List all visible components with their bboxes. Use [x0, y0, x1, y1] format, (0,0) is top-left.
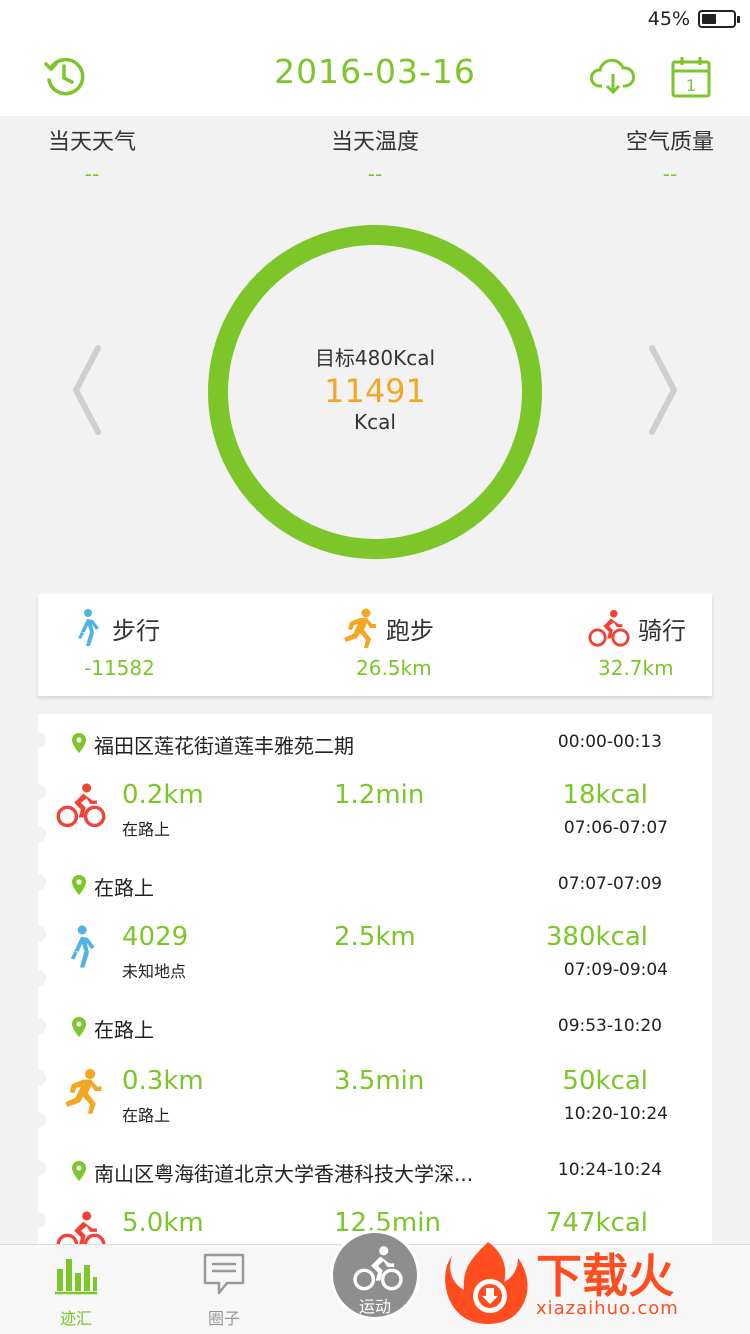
- air-quality-value: --: [662, 162, 678, 186]
- sport-button[interactable]: 运动: [330, 1230, 420, 1320]
- location-pin-icon: [72, 875, 86, 895]
- status-bar: 45%: [0, 0, 750, 40]
- location-name: 南山区粤海街道北京大学香港科技大学深...: [94, 1162, 474, 1186]
- activity-calories: 380kcal: [545, 922, 648, 952]
- tab-circle[interactable]: 圈子: [164, 1251, 284, 1329]
- activity-place: 未知地点: [122, 962, 187, 981]
- calorie-value: 11491: [324, 372, 426, 410]
- summary-label: 跑步: [386, 616, 434, 645]
- weather-row: 当天天气 -- 当天温度 -- 空气质量 --: [0, 116, 750, 196]
- running-icon: [65, 1068, 102, 1114]
- watermark-text: 下载火: [536, 1249, 674, 1303]
- running-icon: [344, 608, 376, 648]
- location-row[interactable]: 福田区莲花街道莲丰雅苑二期 00:00-00:13: [38, 722, 712, 762]
- flame-logo-icon: [445, 1242, 528, 1324]
- activity-time: 10:20-10:24: [563, 1104, 668, 1124]
- activity-timeline: 福田区莲花街道莲丰雅苑二期 00:00-00:13 0.2km 在路上 1.2m…: [38, 714, 712, 1244]
- location-row[interactable]: 在路上 09:53-10:20: [38, 1006, 712, 1046]
- location-row[interactable]: 在路上 07:07-07:09: [38, 864, 712, 904]
- sport-label: 运动: [358, 1297, 391, 1316]
- cycling-icon: [56, 1211, 106, 1244]
- tab-trail[interactable]: 迹汇: [16, 1251, 136, 1329]
- location-pin-icon: [72, 733, 86, 753]
- next-day-arrow-icon[interactable]: [644, 340, 684, 440]
- location-pin-icon: [72, 1017, 86, 1037]
- tab-label: 圈子: [207, 1309, 240, 1328]
- summary-value: 32.7km: [598, 656, 674, 680]
- location-time: 09:53-10:20: [557, 1016, 662, 1036]
- cycling-icon: [588, 609, 630, 647]
- temperature-item: 当天温度 --: [323, 124, 427, 186]
- prev-day-arrow-icon[interactable]: [66, 340, 106, 440]
- summary-label: 步行: [112, 616, 160, 645]
- activity-calories: 18kcal: [562, 780, 648, 810]
- calendar-icon[interactable]: 1: [668, 54, 714, 100]
- location-name: 在路上: [94, 1018, 154, 1042]
- battery-level: [702, 14, 716, 24]
- location-pin-icon: [72, 1161, 86, 1181]
- cloud-download-icon[interactable]: [590, 54, 636, 100]
- walking-icon: [78, 609, 99, 646]
- walking-icon: [70, 925, 95, 968]
- activity-time: 07:06-07:07: [563, 818, 668, 838]
- activity-place: 在路上: [122, 820, 171, 839]
- battery-percent: 45%: [647, 8, 690, 30]
- activity-distance: 2.5km: [334, 922, 416, 952]
- temperature-value: --: [367, 162, 383, 186]
- activity-time: 07:09-09:04: [563, 960, 668, 980]
- activity-steps: 4029: [122, 922, 189, 952]
- air-quality-label: 空气质量: [625, 130, 714, 155]
- weather-label: 当天天气: [47, 130, 136, 155]
- activity-distance: 5.0km: [122, 1208, 204, 1238]
- location-name: 在路上: [94, 876, 154, 900]
- summary-label: 骑行: [638, 616, 686, 645]
- location-time: 00:00-00:13: [557, 732, 662, 752]
- activity-distance: 0.3km: [122, 1066, 204, 1096]
- summary-value: -11582: [84, 656, 155, 680]
- header: 2016-03-16 1: [0, 40, 750, 116]
- calorie-ring: 目标480Kcal 11491 Kcal: [207, 224, 543, 560]
- air-quality-item: 空气质量 --: [618, 124, 722, 186]
- location-time: 10:24-10:24: [557, 1160, 662, 1180]
- cycling-icon: [353, 1246, 403, 1291]
- activity-calories: 747kcal: [545, 1208, 648, 1238]
- battery-icon: [698, 10, 740, 28]
- temperature-label: 当天温度: [330, 130, 419, 155]
- cycling-icon: [56, 783, 106, 828]
- activity-place: 在路上: [122, 1106, 171, 1125]
- location-name: 福田区莲花街道莲丰雅苑二期: [94, 734, 354, 758]
- calorie-unit: Kcal: [354, 410, 396, 434]
- activity-duration: 3.5min: [334, 1066, 425, 1096]
- weather-item: 当天天气 --: [40, 124, 144, 186]
- location-time: 07:07-07:09: [557, 874, 662, 894]
- activity-duration: 1.2min: [334, 780, 425, 810]
- location-row[interactable]: 南山区粤海街道北京大学香港科技大学深... 10:24-10:24: [38, 1150, 712, 1190]
- page-title-date[interactable]: 2016-03-16: [0, 52, 750, 91]
- activity-distance: 0.2km: [122, 780, 204, 810]
- chat-bubble-icon: [203, 1253, 245, 1295]
- watermark-logo: 下载火 xiazaihuo.com: [440, 1236, 750, 1334]
- activity-summary: 步行 -11582 跑步 26.5km 骑行 32.7km: [38, 594, 712, 696]
- weather-value: --: [84, 162, 100, 186]
- activity-calories: 50kcal: [562, 1066, 648, 1096]
- summary-value: 26.5km: [356, 656, 432, 680]
- calendar-day: 1: [686, 76, 696, 95]
- watermark-url: xiazaihuo.com: [536, 1298, 679, 1319]
- calorie-goal: 目标480Kcal: [314, 346, 436, 370]
- bar-chart-icon: [55, 1259, 97, 1295]
- tab-label: 迹汇: [59, 1309, 92, 1328]
